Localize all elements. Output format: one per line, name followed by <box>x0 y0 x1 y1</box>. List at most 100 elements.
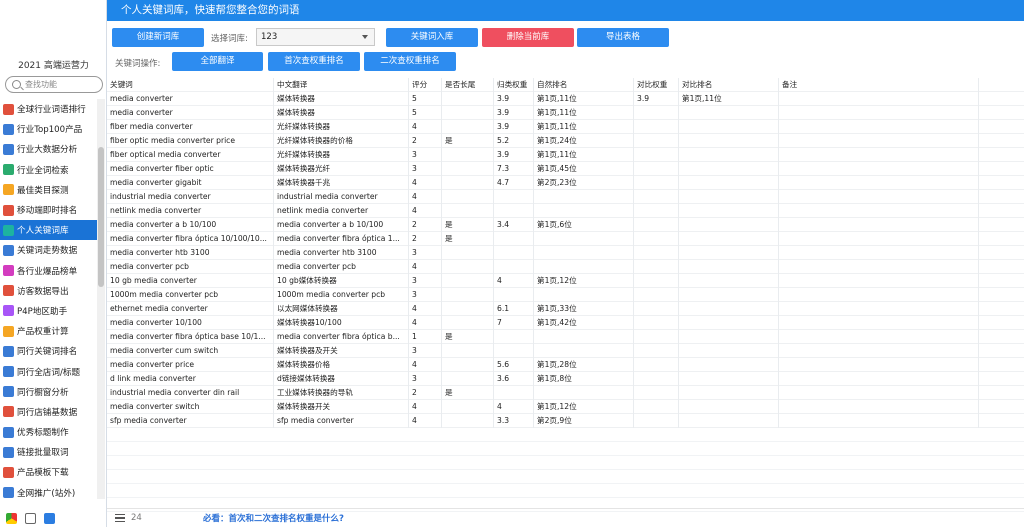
table-cell <box>634 120 679 134</box>
table-cell: fiber optical media converter <box>107 148 274 162</box>
delete-library-button[interactable]: 删除当前库 <box>482 28 574 47</box>
table-row[interactable]: ethernet media converter 以太网媒体转换器 4 6.1 第1页,… <box>107 302 1024 316</box>
column-header: 评分 <box>409 78 442 92</box>
table-cell <box>634 246 679 260</box>
import-keywords-button[interactable]: 关键词入库 <box>386 28 478 47</box>
menu-scrollbar[interactable] <box>97 99 105 499</box>
search-input[interactable]: 查找功能 <box>5 76 103 93</box>
table-cell: 5.6 <box>494 358 534 372</box>
table-cell: 5 <box>409 106 442 120</box>
table-row[interactable]: fiber optic media converter price 光纤媒体转换器… <box>107 134 1024 148</box>
window-icon[interactable] <box>25 512 36 524</box>
table-cell <box>779 414 979 428</box>
table-cell: media converter gigabit <box>107 176 274 190</box>
sidebar-item[interactable]: 最佳类目探测 <box>0 180 97 200</box>
second-rank-check-button[interactable]: 二次查权重排名 <box>364 52 456 71</box>
table-cell: 7 <box>494 316 534 330</box>
table-cell: 3.3 <box>494 414 534 428</box>
scrollbar-thumb[interactable] <box>98 147 104 287</box>
table-row[interactable]: media converter fibra óptica 10/100/10..… <box>107 232 1024 246</box>
sidebar-item[interactable]: 移动端即时排名 <box>0 200 97 220</box>
table-row[interactable]: media converter htb 3100 media converter … <box>107 246 1024 260</box>
sidebar-item[interactable]: 行业大数据分析 <box>0 139 97 159</box>
table-cell <box>679 162 779 176</box>
table-row[interactable]: netlink media converter netlink media con… <box>107 204 1024 218</box>
table-row[interactable]: media converter 10/100 媒体转换器10/100 4 7 第1页,4… <box>107 316 1024 330</box>
table-row[interactable]: 1000m media converter pcb 1000m media con… <box>107 288 1024 302</box>
sidebar-item[interactable]: 同行店铺基数据 <box>0 402 97 422</box>
table-row[interactable]: 10 gb media converter 10 gb媒体转换器 3 4 第1页,12位 <box>107 274 1024 288</box>
export-table-button[interactable]: 导出表格 <box>577 28 669 47</box>
sidebar-item[interactable]: 产品模板下载 <box>0 462 97 482</box>
table-cell <box>442 162 494 176</box>
sidebar-item[interactable]: 行业全词检索 <box>0 160 97 180</box>
table-row[interactable]: fiber optical media converter 光纤媒体转换器 3 3.9… <box>107 148 1024 162</box>
sidebar-item[interactable]: 全球行业词语排行 <box>0 99 97 119</box>
table-row[interactable]: media converter 媒体转换器 5 3.9 第1页,11位 <box>107 106 1024 120</box>
table-cell <box>634 288 679 302</box>
sidebar-item[interactable]: P4P地区助手 <box>0 301 97 321</box>
table-cell: media converter pcb <box>274 260 409 274</box>
table-row[interactable]: industrial media converter industrial med… <box>107 190 1024 204</box>
library-select[interactable]: 123 <box>256 28 375 46</box>
table-cell: industrial media converter din rail <box>107 386 274 400</box>
translate-all-button[interactable]: 全部翻译 <box>172 52 263 71</box>
table-cell <box>634 400 679 414</box>
table-row[interactable]: sfp media converter sfp media converter 4 3… <box>107 414 1024 428</box>
create-library-button[interactable]: 创建新词库 <box>112 28 204 47</box>
app-icon[interactable] <box>44 512 55 524</box>
sidebar-item[interactable]: 全网推广(站外) <box>0 483 97 503</box>
table-cell: 7.3 <box>494 162 534 176</box>
table-cell: 1000m media converter pcb <box>107 288 274 302</box>
table-cell: 是 <box>442 232 494 246</box>
table-row[interactable]: d link media converter d链接媒体转换器 3 3.6 第1页,8位 <box>107 372 1024 386</box>
sidebar-item[interactable]: 同行橱窗分析 <box>0 382 97 402</box>
table-cell: 第1页,12位 <box>534 400 634 414</box>
table-row[interactable]: media converter cum switch 媒体转换器及开关 3 <box>107 344 1024 358</box>
footer-bar: 24 必看：首次和二次查排名权重是什么? <box>107 508 1024 527</box>
table-cell: media converter <box>107 92 274 106</box>
function-menu: 全球行业词语排行 行业Top100产品 行业大数据分析 行业全词检索 最佳类目探测 移动端… <box>0 99 97 503</box>
menu-item-icon <box>3 366 14 378</box>
table-cell <box>634 134 679 148</box>
sidebar-item[interactable]: 个人关键词库 <box>0 220 97 241</box>
table-cell <box>494 232 534 246</box>
table-cell: 10 gb媒体转换器 <box>274 274 409 288</box>
table-cell: media converter cum switch <box>107 344 274 358</box>
table-row[interactable]: industrial media converter din rail 工业媒体转… <box>107 386 1024 400</box>
sidebar-item[interactable]: 优秀标题制作 <box>0 422 97 442</box>
table-row[interactable]: media converter fibra óptica base 10/1..… <box>107 330 1024 344</box>
table-row[interactable]: media converter switch 媒体转换器开关 4 4 第1页,12位 <box>107 400 1024 414</box>
table-row[interactable]: media converter price 媒体转换器价格 4 5.6 第1页,28位 <box>107 358 1024 372</box>
table-row[interactable]: media converter pcb media converter pcb 4 <box>107 260 1024 274</box>
table-row[interactable]: media converter a b 10/100 media converte… <box>107 218 1024 232</box>
chrome-icon[interactable] <box>6 512 17 524</box>
sidebar-item[interactable]: 产品权重计算 <box>0 321 97 341</box>
sidebar-item[interactable]: 同行关键词排名 <box>0 341 97 361</box>
table-row[interactable]: fiber media converter 光纤媒体转换器 4 3.9 第1页,11位 <box>107 120 1024 134</box>
sidebar-item[interactable]: 各行业爆品榜单 <box>0 261 97 281</box>
table-cell: 2 <box>409 218 442 232</box>
table-cell <box>534 330 634 344</box>
table-cell: 第1页,11位 <box>534 148 634 162</box>
sidebar-item[interactable]: 关键词走势数据 <box>0 240 97 260</box>
table-cell <box>779 92 979 106</box>
sidebar-item[interactable]: 同行全店词/标题 <box>0 361 97 381</box>
table-cell: 4 <box>409 302 442 316</box>
sidebar-item[interactable]: 访客数据导出 <box>0 281 97 301</box>
table-row[interactable]: media converter 媒体转换器 5 3.9 第1页,11位 3.9 第1页,11… <box>107 92 1024 106</box>
sidebar-item[interactable]: 行业Top100产品 <box>0 119 97 139</box>
first-rank-check-button[interactable]: 首次查权重排名 <box>268 52 360 71</box>
table-cell <box>534 288 634 302</box>
table-cell: 4 <box>409 316 442 330</box>
hamburger-menu-icon[interactable] <box>115 513 125 523</box>
table-row[interactable]: media converter gigabit 媒体转换器千兆 4 4.7 第2页,23… <box>107 176 1024 190</box>
sidebar-item[interactable]: 链接批量取词 <box>0 442 97 462</box>
table-cell: 是 <box>442 386 494 400</box>
table-cell <box>442 372 494 386</box>
menu-item-icon <box>3 103 14 115</box>
table-cell: 3.9 <box>494 92 534 106</box>
table-cell <box>442 176 494 190</box>
table-row[interactable]: media converter fiber optic 媒体转换器光纤 3 7.3 第1… <box>107 162 1024 176</box>
faq-link[interactable]: 必看：首次和二次查排名权重是什么? <box>203 512 344 524</box>
